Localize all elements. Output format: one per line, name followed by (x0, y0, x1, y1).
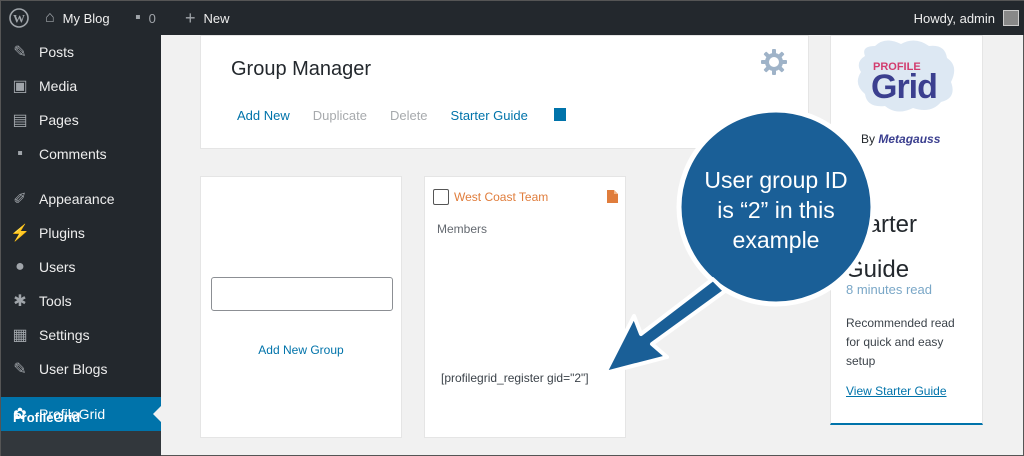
submenu-background (1, 431, 161, 456)
pin-icon: ✎ (13, 361, 27, 378)
sidebar-item-label: User Blogs (39, 361, 108, 377)
read-time: 8 minutes read (846, 282, 932, 297)
sidebar-item-comments[interactable]: ▪ Comments (1, 137, 161, 171)
submenu-item-profilegrid[interactable]: ProfileGrid (13, 410, 80, 425)
admin-bar: W ⌂ My Blog ▪ 0 + New Howdy, admin (1, 1, 1024, 35)
comment-bubble-icon: ▪ (135, 9, 141, 26)
account-menu[interactable]: Howdy, admin (914, 1, 1019, 35)
starter-guide-title: Starter Guide (845, 202, 917, 292)
sidebar-item-pages[interactable]: ▤ Pages (1, 103, 161, 137)
media-icon: ▣ (12, 78, 28, 95)
svg-text:W: W (13, 12, 25, 26)
sidebar-item-posts[interactable]: ✎ Posts (1, 35, 161, 69)
home-icon: ⌂ (45, 9, 55, 26)
group-card: West Coast Team Members [profilegrid_reg… (424, 176, 626, 438)
sidebar-item-media[interactable]: ▣ Media (1, 69, 161, 103)
callout-text: User group ID is “2” in this example (704, 167, 848, 253)
plug-icon: ⚡ (10, 225, 30, 242)
starter-guide-label: Starter Guide (450, 108, 528, 123)
add-group-card: Add New Group (200, 176, 402, 438)
comment-icon: ▪ (17, 145, 23, 162)
logo-byline: By Metagauss (861, 132, 940, 146)
sidebar-item-label: Appearance (39, 191, 115, 207)
comments-link[interactable]: ▪ 0 (135, 1, 156, 35)
page-title: Group Manager (231, 58, 372, 80)
wrench-icon: ✱ (13, 293, 27, 310)
sidebar-item-label: Comments (39, 146, 107, 162)
new-content-link[interactable]: + New (185, 1, 230, 35)
logo-text-main: Grid (871, 68, 938, 106)
group-shortcode: [profilegrid_register gid="2"] (441, 371, 589, 385)
add-new-link[interactable]: Add New (237, 108, 290, 123)
plus-icon: + (185, 7, 196, 28)
sidebar-item-label: Tools (39, 293, 72, 309)
book-icon (553, 108, 566, 121)
wordpress-logo-icon[interactable]: W (9, 1, 29, 35)
sidebar-item-user-blogs[interactable]: ✎ User Blogs (1, 352, 161, 386)
brush-icon: ✐ (13, 191, 27, 208)
byline-prefix: By (861, 132, 876, 146)
starter-guide-link[interactable]: Starter Guide (451, 108, 589, 123)
sidebar-item-users[interactable]: ● Users (1, 250, 161, 284)
pin-icon: ✎ (13, 44, 27, 61)
brand-name: Metagauss (878, 132, 941, 146)
profilegrid-logo: PROFILE Grid (851, 36, 961, 112)
sidebar-item-appearance[interactable]: ✐ Appearance (1, 182, 161, 216)
site-name: My Blog (62, 10, 110, 26)
delete-link[interactable]: Delete (390, 108, 428, 123)
sidebar-item-tools[interactable]: ✱ Tools (1, 284, 161, 318)
user-icon: ● (15, 258, 25, 275)
sidebar-item-label: Plugins (39, 225, 85, 241)
members-label: Members (437, 222, 488, 236)
duplicate-link[interactable]: Duplicate (313, 108, 367, 123)
sidebar-item-label: Settings (39, 327, 90, 343)
view-starter-guide-link[interactable]: View Starter Guide (846, 384, 947, 398)
group-name-link[interactable]: West Coast Team (454, 190, 548, 204)
site-name-link[interactable]: ⌂ My Blog (45, 1, 110, 35)
active-indicator (153, 406, 161, 422)
add-new-group-link[interactable]: Add New Group (201, 343, 401, 357)
sidebar-item-label: Pages (39, 112, 79, 128)
comments-count: 0 (148, 10, 156, 26)
new-label: New (203, 10, 230, 26)
group-name-input[interactable] (211, 277, 393, 311)
avatar (1003, 10, 1019, 26)
sidebar-item-label: Posts (39, 44, 75, 60)
document-icon[interactable] (607, 190, 618, 208)
sidebar-item-settings[interactable]: ▦ Settings (1, 318, 161, 352)
title-line-1: Starter (845, 211, 918, 238)
sidebar-item-label: Media (39, 78, 78, 94)
sidebar-item-label: Users (39, 259, 76, 275)
group-select-checkbox[interactable] (433, 189, 449, 205)
settings-icon: ▦ (12, 327, 28, 344)
sidebar-item-plugins[interactable]: ⚡ Plugins (1, 216, 161, 250)
group-manager-panel: Group Manager Add New Duplicate Delete S… (200, 35, 809, 149)
admin-sidebar: ✎ Posts ▣ Media ▤ Pages ▪ Comments ✐ Appearance ⚡ P… (1, 35, 161, 456)
pages-icon: ▤ (12, 112, 28, 129)
starter-description: Recommended read for quick and easy setu… (846, 316, 955, 368)
gear-icon[interactable] (760, 48, 788, 81)
howdy-text: Howdy, admin (913, 10, 995, 26)
group-actions: Add New Duplicate Delete Starter Guide (237, 108, 589, 123)
